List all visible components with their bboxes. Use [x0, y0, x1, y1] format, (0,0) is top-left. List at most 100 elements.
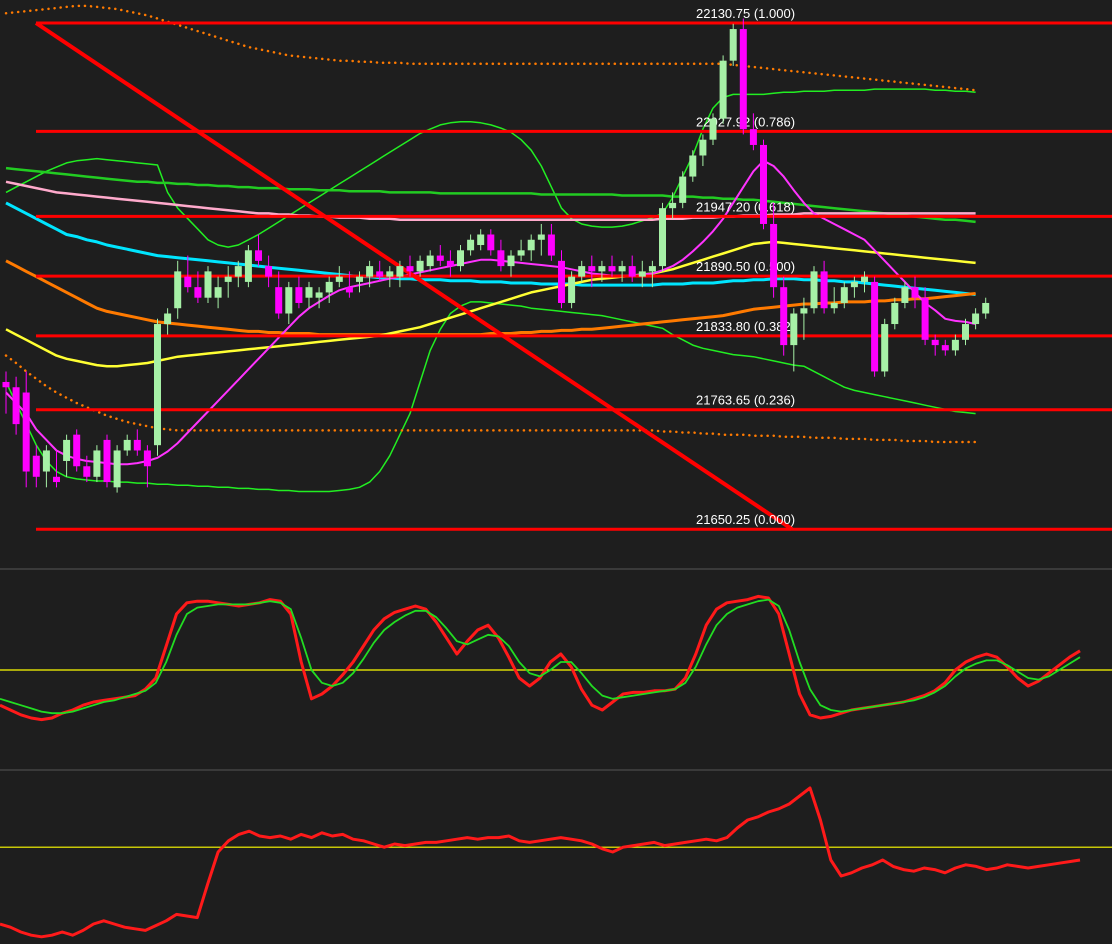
candle-body: [386, 271, 394, 277]
candle-body: [73, 434, 81, 467]
candle-body: [931, 339, 939, 346]
candle-body: [295, 287, 303, 303]
fib-level-label: 22130.75 (1.000): [696, 6, 795, 21]
candle-body: [265, 266, 273, 277]
candle-body: [739, 29, 747, 130]
candle-body: [638, 271, 646, 277]
candle-body: [770, 223, 778, 288]
candle-body: [537, 234, 545, 240]
fib-level-label: 21650.25 (0.000): [696, 512, 795, 527]
candle-body: [749, 129, 757, 145]
fib-level-label: 21947.20 (0.618): [696, 199, 795, 214]
candle-body: [133, 439, 141, 451]
candle-body: [63, 439, 71, 461]
candle-body: [345, 287, 353, 293]
candle-body: [457, 250, 464, 267]
candle-body: [941, 345, 949, 351]
candle-body: [467, 239, 475, 251]
candle-body: [962, 324, 969, 340]
candle-body: [32, 455, 40, 477]
candle-body: [558, 260, 565, 303]
candle-body: [224, 276, 232, 282]
candle-body: [598, 266, 606, 272]
candle-body: [578, 266, 586, 277]
candle-body: [406, 266, 414, 272]
candle-body: [861, 276, 868, 282]
candle-body: [194, 287, 202, 298]
candle-body: [356, 276, 363, 282]
candle-body: [325, 281, 333, 293]
candle-body: [679, 176, 687, 203]
trading-chart: 22130.75 (1.000)22027.92 (0.786)21947.20…: [0, 0, 1112, 944]
candle-body: [608, 266, 616, 272]
candle-body: [174, 271, 182, 309]
candle-body: [810, 271, 818, 309]
candle-body: [285, 287, 293, 314]
candle-body: [669, 202, 677, 209]
candle-body: [204, 271, 212, 298]
candle-body: [2, 381, 10, 388]
fib-level-label: 21890.50 (0.500): [696, 259, 795, 274]
candle-body: [214, 287, 222, 298]
candle-body: [648, 266, 656, 272]
candle-body: [972, 313, 980, 325]
candle-body: [659, 208, 666, 267]
candle-body: [164, 313, 172, 325]
candle-body: [244, 250, 252, 282]
candle-body: [517, 250, 525, 256]
candle-body: [719, 60, 727, 119]
candle-body: [416, 260, 424, 272]
candle-body: [426, 255, 434, 267]
candle-body: [477, 234, 485, 246]
candle-body: [376, 271, 384, 277]
candle-body: [911, 287, 919, 298]
candle-body: [689, 155, 697, 177]
candle-body: [568, 276, 576, 303]
candle-body: [113, 450, 121, 488]
candle-body: [760, 144, 767, 224]
fib-level-label: 21833.80 (0.382): [696, 319, 795, 334]
candle-body: [335, 276, 343, 282]
candle-body: [527, 239, 535, 251]
candle-body: [628, 266, 636, 277]
candle-body: [123, 439, 131, 451]
candle-body: [507, 255, 515, 267]
candle-body: [840, 287, 848, 303]
candle-body: [547, 234, 555, 256]
candle-body: [487, 234, 495, 251]
candle-body: [93, 450, 101, 477]
candle-body: [709, 118, 717, 140]
candle-body: [315, 292, 323, 298]
candle-body: [366, 266, 374, 277]
candle-body: [143, 450, 151, 467]
candle-body: [83, 466, 91, 477]
candle-body: [699, 139, 707, 156]
fib-level-label: 21763.65 (0.236): [696, 393, 795, 408]
candle-body: [275, 287, 283, 314]
candle-body: [436, 255, 444, 261]
candle-body: [729, 29, 737, 61]
candle-body: [881, 324, 889, 372]
candle-body: [850, 281, 858, 288]
candle-body: [871, 281, 879, 372]
candle-body: [42, 450, 50, 472]
candle-body: [982, 302, 990, 314]
candle-body: [22, 392, 30, 472]
candle-body: [234, 266, 242, 277]
candle-body: [255, 250, 262, 261]
candle-body: [305, 287, 313, 298]
candle-body: [830, 302, 838, 309]
candle-body: [184, 276, 192, 288]
candle-body: [103, 439, 111, 483]
candle-body: [154, 324, 161, 446]
candle-body: [790, 313, 798, 346]
candle-body: [446, 260, 454, 267]
candle-body: [820, 271, 828, 309]
candle-body: [800, 308, 808, 314]
candle-body: [618, 266, 626, 272]
candle-body: [53, 476, 60, 483]
candle-body: [921, 297, 929, 340]
candle-body: [12, 387, 20, 425]
candle-body: [497, 250, 505, 267]
candle-body: [951, 339, 959, 351]
